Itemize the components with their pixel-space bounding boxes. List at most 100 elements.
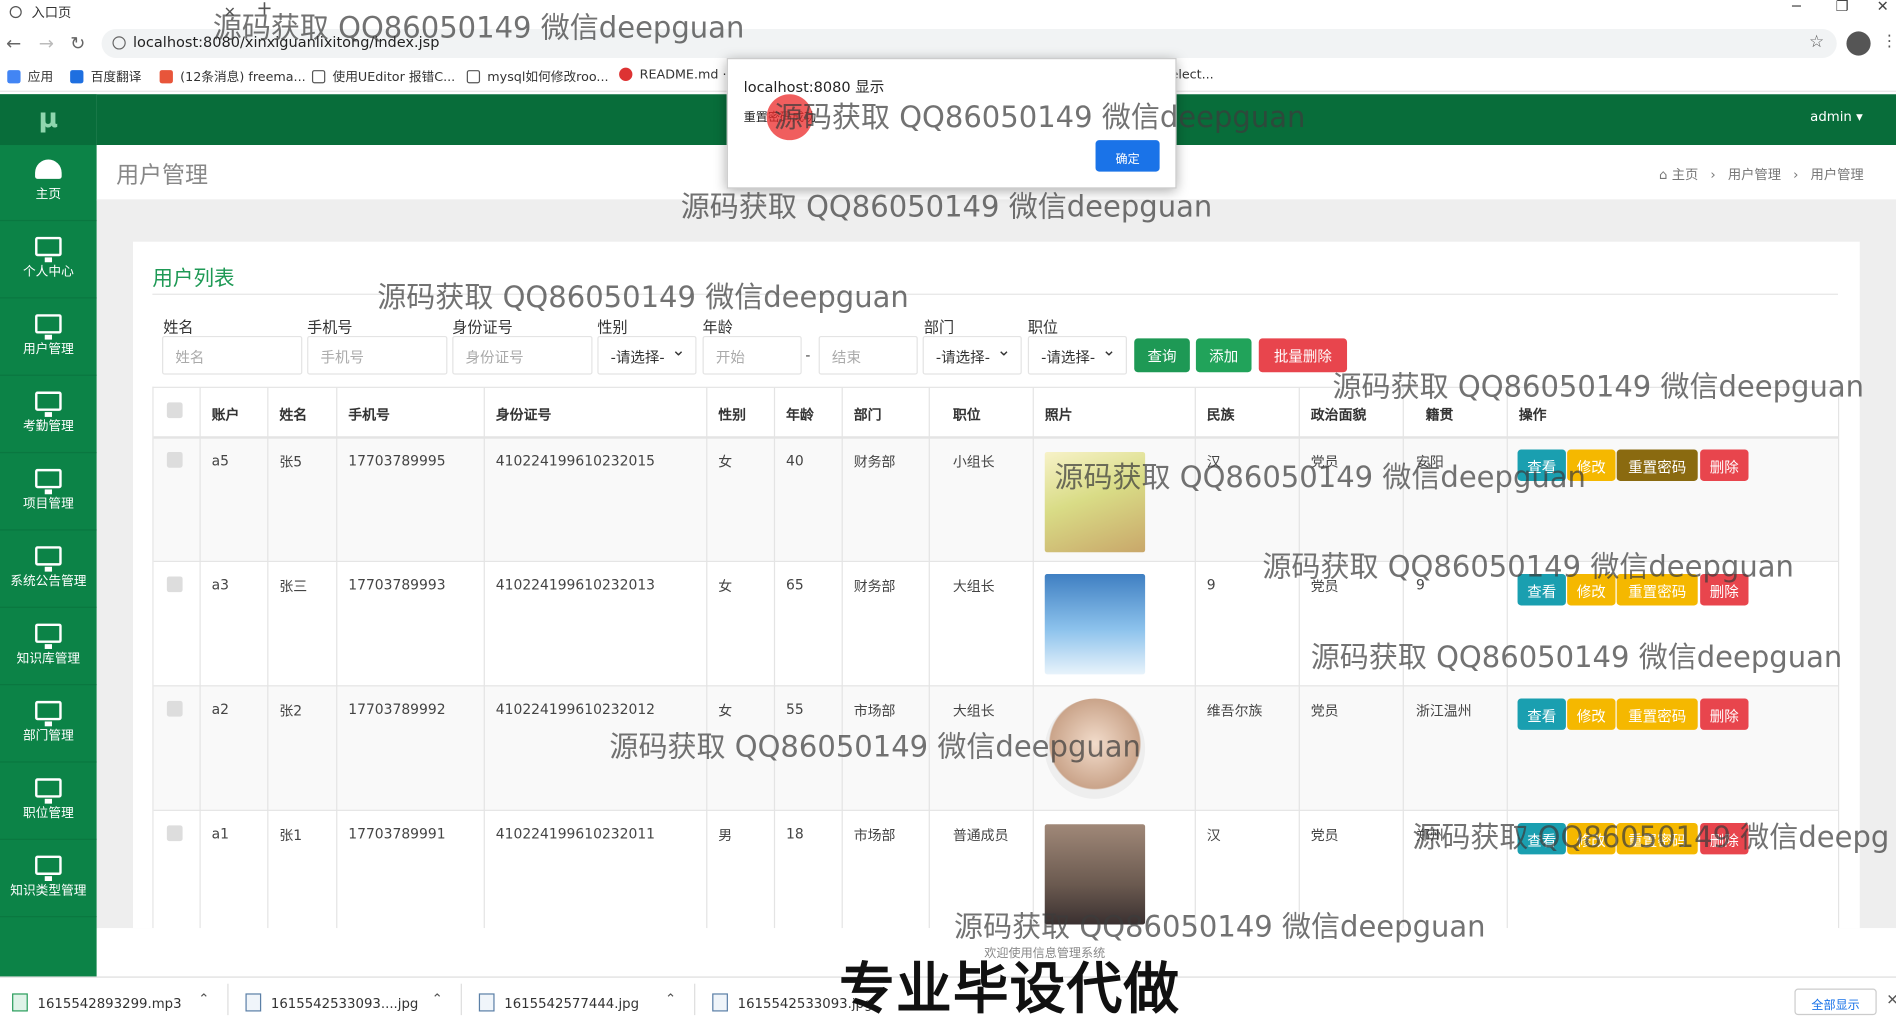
close-tab-icon[interactable]: ✕ — [224, 4, 236, 21]
reset-password-button[interactable]: 重置密码 — [1616, 449, 1698, 481]
dialog-title: localhost:8080 显示 — [743, 78, 885, 96]
bookmark-csdn[interactable]: (12条消息) freema... — [159, 68, 306, 86]
chevron-up-icon[interactable]: ⌃ — [198, 991, 209, 1007]
maximize-button[interactable]: ❐ — [1836, 0, 1849, 15]
view-button[interactable]: 查看 — [1517, 574, 1566, 606]
select-all-checkbox[interactable] — [166, 402, 183, 419]
cell-ethnic: 9 — [1206, 576, 1216, 594]
reload-icon[interactable]: ↻ — [70, 33, 85, 55]
row-checkbox[interactable] — [166, 825, 183, 842]
row-checkbox[interactable] — [166, 700, 183, 717]
phone-label: 手机号 — [307, 317, 353, 336]
nav-attendance[interactable]: 考勤管理 — [0, 377, 97, 454]
bookmark-ueditor[interactable]: 使用UEditor 报错C... — [311, 68, 455, 86]
col-idno: 身份证号 — [495, 406, 552, 423]
download-item[interactable]: 1615542533093....jpg — [245, 993, 418, 1012]
delete-button[interactable]: 删除 — [1700, 449, 1749, 481]
minimize-button[interactable]: ─ — [1792, 0, 1801, 15]
user-table: 账户 姓名 手机号 身份证号 性别 年龄 部门 职位 照片 民族 政治面貌 籍贯… — [152, 386, 1840, 929]
account-icon[interactable] — [1846, 31, 1871, 56]
col-divider — [199, 387, 201, 929]
name-input[interactable]: 姓名 — [162, 335, 303, 375]
chevron-up-icon[interactable]: ⌃ — [665, 991, 676, 1007]
col-divider — [1402, 387, 1404, 929]
batch-delete-button[interactable]: 批量删除 — [1258, 338, 1348, 373]
cell-dept: 财务部 — [853, 577, 896, 595]
view-button[interactable]: 查看 — [1517, 822, 1566, 855]
close-downloads-icon[interactable]: ✕ — [1886, 991, 1896, 1008]
phone-input[interactable]: 手机号 — [307, 335, 448, 375]
reset-password-button[interactable]: 重置密码 — [1616, 698, 1698, 730]
dept-select[interactable]: -请选择- — [922, 335, 1022, 375]
monitor-icon — [35, 623, 62, 649]
download-item[interactable]: 1615542893299.mp3 — [12, 993, 182, 1012]
delete-button[interactable]: 删除 — [1700, 822, 1749, 855]
view-button[interactable]: 查看 — [1517, 698, 1566, 730]
col-dept: 部门 — [853, 406, 882, 423]
home-icon: ⌂ — [1659, 166, 1672, 183]
delete-button[interactable]: 删除 — [1700, 698, 1749, 730]
browser-tab[interactable]: 入口页 ✕ — [0, 0, 242, 27]
bookmark-apps[interactable]: 应用 — [7, 68, 53, 86]
col-gender: 性别 — [718, 406, 747, 423]
nav-announcements[interactable]: 系统公告管理 — [0, 532, 97, 608]
cell-position: 普通成员 — [952, 826, 1009, 844]
nav-knowledge-base[interactable]: 知识库管理 — [0, 609, 97, 686]
cell-phone: 17703789995 — [348, 451, 446, 469]
add-button[interactable]: 添加 — [1195, 338, 1252, 373]
bookmark-baidu[interactable]: 百度翻译 — [70, 68, 141, 86]
age-end-input[interactable]: 结束 — [818, 335, 918, 375]
nav-personal-center[interactable]: 个人中心 — [0, 222, 97, 299]
chevron-up-icon[interactable]: ⌃ — [432, 991, 443, 1007]
delete-button[interactable]: 删除 — [1700, 574, 1749, 606]
cell-idno: 410224199610232013 — [495, 576, 656, 594]
close-window-button[interactable]: ✕ — [1877, 0, 1889, 15]
reset-password-button[interactable]: 重置密码 — [1616, 574, 1698, 606]
bookmark-mysql[interactable]: mysql如何修改roo... — [466, 68, 609, 86]
bookmark-readme[interactable]: README.md · — [619, 67, 727, 82]
edit-button[interactable]: 修改 — [1567, 698, 1616, 730]
cell-political: 党员 — [1310, 826, 1339, 844]
address-bar[interactable]: localhost:8080/xinxiguanlixitong/index.j… — [101, 29, 1837, 59]
row-checkbox[interactable] — [166, 451, 183, 468]
audio-file-icon — [12, 993, 28, 1012]
nav-positions[interactable]: 职位管理 — [0, 764, 97, 840]
download-item[interactable]: 1615542577444.jpg — [478, 993, 639, 1012]
forward-icon[interactable]: → — [39, 33, 54, 55]
row-checkbox[interactable] — [166, 576, 183, 593]
menu-icon[interactable]: ⋮ — [1882, 33, 1896, 51]
position-select[interactable]: -请选择- — [1027, 335, 1127, 375]
bookmark-select[interactable]: elect... — [1171, 68, 1214, 83]
reset-password-button[interactable]: 重置密码 — [1616, 822, 1698, 855]
edit-button[interactable]: 修改 — [1567, 822, 1616, 855]
user-photo — [1044, 451, 1146, 553]
user-photo — [1044, 698, 1146, 799]
back-icon[interactable]: ← — [6, 33, 21, 55]
dialog-ok-button[interactable]: 确定 — [1095, 140, 1160, 172]
nav-user-management[interactable]: 用户管理 — [0, 300, 97, 376]
position-label: 职位 — [1027, 317, 1059, 336]
cell-gender: 男 — [718, 826, 733, 844]
monitor-icon — [35, 314, 62, 340]
cell-idno: 410224199610232015 — [495, 451, 656, 469]
id-input[interactable]: 身份证号 — [452, 335, 593, 375]
edit-button[interactable]: 修改 — [1567, 449, 1616, 481]
gender-select[interactable]: -请选择- — [597, 335, 697, 375]
nav-departments[interactable]: 部门管理 — [0, 686, 97, 763]
show-all-downloads-button[interactable]: 全部显示 — [1794, 988, 1877, 1016]
search-button[interactable]: 查询 — [1134, 338, 1190, 373]
cell-ethnic: 维吾尔族 — [1206, 702, 1263, 720]
nav-projects[interactable]: 项目管理 — [0, 454, 97, 531]
age-start-input[interactable]: 开始 — [702, 335, 802, 375]
nav-home[interactable]: 主页 — [0, 145, 97, 222]
nav-knowledge-types[interactable]: 知识类型管理 — [0, 841, 97, 918]
col-divider — [1506, 387, 1508, 929]
view-button[interactable]: 查看 — [1517, 449, 1566, 481]
user-menu[interactable]: admin ▾ — [1810, 109, 1863, 125]
bookmark-star-icon[interactable]: ☆ — [1809, 33, 1824, 52]
col-divider — [928, 387, 930, 929]
new-tab-button[interactable]: + — [256, 0, 272, 19]
col-divider — [1298, 387, 1300, 929]
edit-button[interactable]: 修改 — [1567, 574, 1616, 606]
cell-political: 党员 — [1310, 577, 1339, 595]
